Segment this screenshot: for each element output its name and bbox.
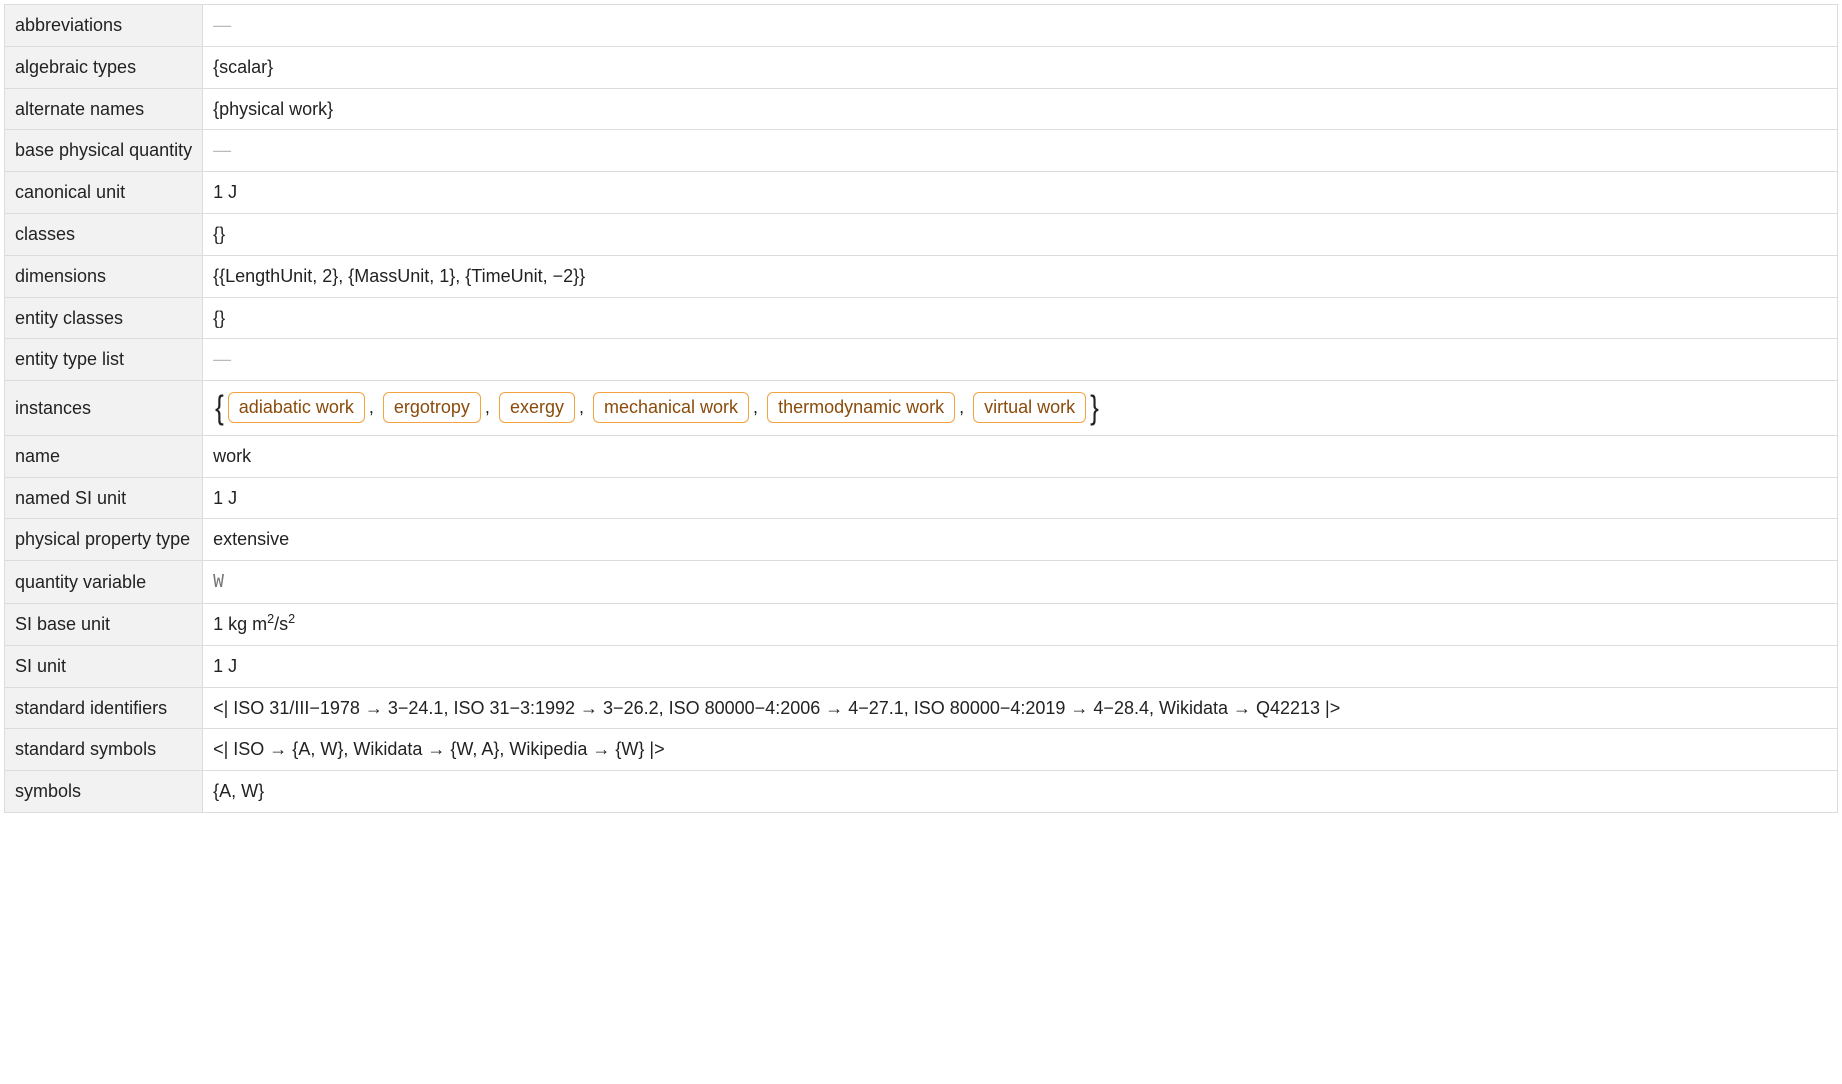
- entity-pill[interactable]: ergotropy: [383, 392, 481, 423]
- property-label: entity type list: [5, 339, 203, 381]
- table-row: entity type list —: [5, 339, 1838, 381]
- list-separator: ,: [957, 397, 971, 417]
- table-row: named SI unit1 J: [5, 477, 1838, 519]
- table-row: canonical unit1 J: [5, 172, 1838, 214]
- property-label: algebraic types: [5, 46, 203, 88]
- property-table: abbreviations — algebraic types{scalar}alt…: [4, 4, 1838, 813]
- table-row: standard identifiers<| ISO 31/III−1978 →…: [5, 687, 1838, 729]
- entity-pill[interactable]: exergy: [499, 392, 575, 423]
- property-value: {physical work}: [203, 88, 1838, 130]
- property-label: quantity variable: [5, 561, 203, 604]
- property-label: base physical quantity: [5, 130, 203, 172]
- entity-pill[interactable]: thermodynamic work: [767, 392, 955, 423]
- property-value: 1 kg m2/s2: [203, 603, 1838, 645]
- property-value: {adiabatic work, ergotropy, exergy, mech…: [203, 381, 1838, 436]
- property-value: —: [203, 339, 1838, 381]
- table-row: alternate names{physical work}: [5, 88, 1838, 130]
- table-row: instances{adiabatic work, ergotropy, exe…: [5, 381, 1838, 436]
- table-row: standard symbols<| ISO → {A, W}, Wikidat…: [5, 729, 1838, 771]
- entity-pill[interactable]: virtual work: [973, 392, 1086, 423]
- list-separator: ,: [751, 397, 765, 417]
- property-label: name: [5, 435, 203, 477]
- property-label: alternate names: [5, 88, 203, 130]
- table-row: namework: [5, 435, 1838, 477]
- property-value: —: [203, 5, 1838, 47]
- property-label: entity classes: [5, 297, 203, 339]
- property-label: abbreviations: [5, 5, 203, 47]
- table-row: dimensions{{LengthUnit, 2}, {MassUnit, 1…: [5, 255, 1838, 297]
- property-value: 1 J: [203, 645, 1838, 687]
- property-value: {}: [203, 213, 1838, 255]
- list-separator: ,: [367, 397, 381, 417]
- property-label: symbols: [5, 771, 203, 813]
- property-label: SI base unit: [5, 603, 203, 645]
- missing-value: —: [213, 349, 231, 369]
- table-row: SI unit1 J: [5, 645, 1838, 687]
- property-value: —: [203, 130, 1838, 172]
- property-value: {{LengthUnit, 2}, {MassUnit, 1}, {TimeUn…: [203, 255, 1838, 297]
- property-label: canonical unit: [5, 172, 203, 214]
- code-identifier: W: [213, 571, 224, 592]
- table-row: quantity variable W: [5, 561, 1838, 604]
- table-row: physical property typeextensive: [5, 519, 1838, 561]
- property-value: <| ISO → {A, W}, Wikidata → {W, A}, Wiki…: [203, 729, 1838, 771]
- missing-value: —: [213, 15, 231, 35]
- table-row: abbreviations —: [5, 5, 1838, 47]
- property-label: dimensions: [5, 255, 203, 297]
- property-value: 1 J: [203, 477, 1838, 519]
- entity-pill[interactable]: mechanical work: [593, 392, 749, 423]
- open-brace: {: [213, 381, 226, 435]
- table-row: SI base unit1 kg m2/s2: [5, 603, 1838, 645]
- property-label: standard identifiers: [5, 687, 203, 729]
- property-value: work: [203, 435, 1838, 477]
- property-value: <| ISO 31/III−1978 → 3−24.1, ISO 31−3:19…: [203, 687, 1838, 729]
- property-label: physical property type: [5, 519, 203, 561]
- table-row: symbols{A, W}: [5, 771, 1838, 813]
- entity-pill[interactable]: adiabatic work: [228, 392, 365, 423]
- property-label: classes: [5, 213, 203, 255]
- property-label: SI unit: [5, 645, 203, 687]
- table-row: entity classes{}: [5, 297, 1838, 339]
- missing-value: —: [213, 140, 231, 160]
- property-value: {}: [203, 297, 1838, 339]
- close-brace: }: [1088, 381, 1101, 435]
- table-row: classes{}: [5, 213, 1838, 255]
- list-separator: ,: [483, 397, 497, 417]
- property-value: extensive: [203, 519, 1838, 561]
- property-label: standard symbols: [5, 729, 203, 771]
- property-value: {scalar}: [203, 46, 1838, 88]
- table-row: base physical quantity —: [5, 130, 1838, 172]
- property-value: 1 J: [203, 172, 1838, 214]
- table-row: algebraic types{scalar}: [5, 46, 1838, 88]
- property-value: {A, W}: [203, 771, 1838, 813]
- property-label: named SI unit: [5, 477, 203, 519]
- property-value: W: [203, 561, 1838, 604]
- property-label: instances: [5, 381, 203, 436]
- list-separator: ,: [577, 397, 591, 417]
